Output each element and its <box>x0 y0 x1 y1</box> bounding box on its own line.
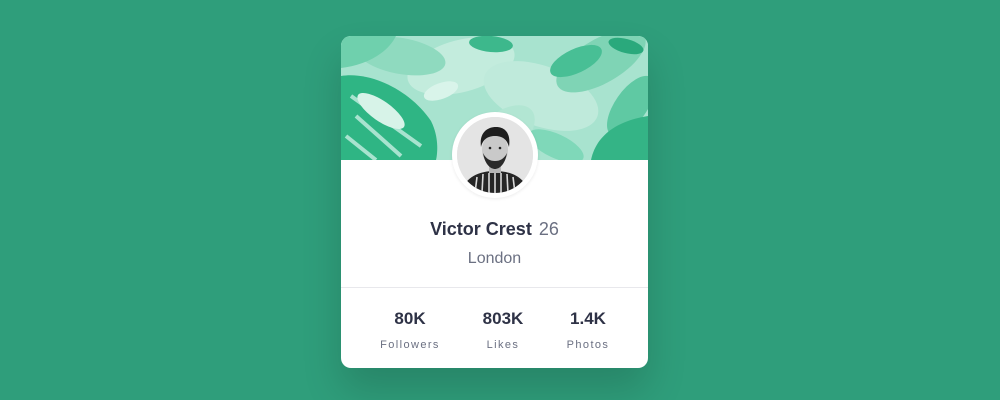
user-age: 26 <box>538 219 559 239</box>
name-line: Victor Crest 26 <box>341 218 648 240</box>
user-name: Victor Crest <box>430 219 532 239</box>
stat-followers-label: Followers <box>380 339 440 351</box>
stat-followers: 80K Followers <box>360 308 460 352</box>
stat-photos-value: 1.4K <box>570 309 606 328</box>
profile-card: Victor Crest 26 London 80K Followers 803… <box>341 36 648 368</box>
user-location: London <box>467 250 522 267</box>
stat-photos: 1.4K Photos <box>538 308 638 352</box>
avatar-frame <box>452 112 538 198</box>
avatar <box>457 117 533 193</box>
stats-divider <box>341 287 648 288</box>
stat-photos-label: Photos <box>566 339 610 351</box>
stat-followers-value: 80K <box>394 309 426 328</box>
profile-photo-icon <box>457 117 533 193</box>
